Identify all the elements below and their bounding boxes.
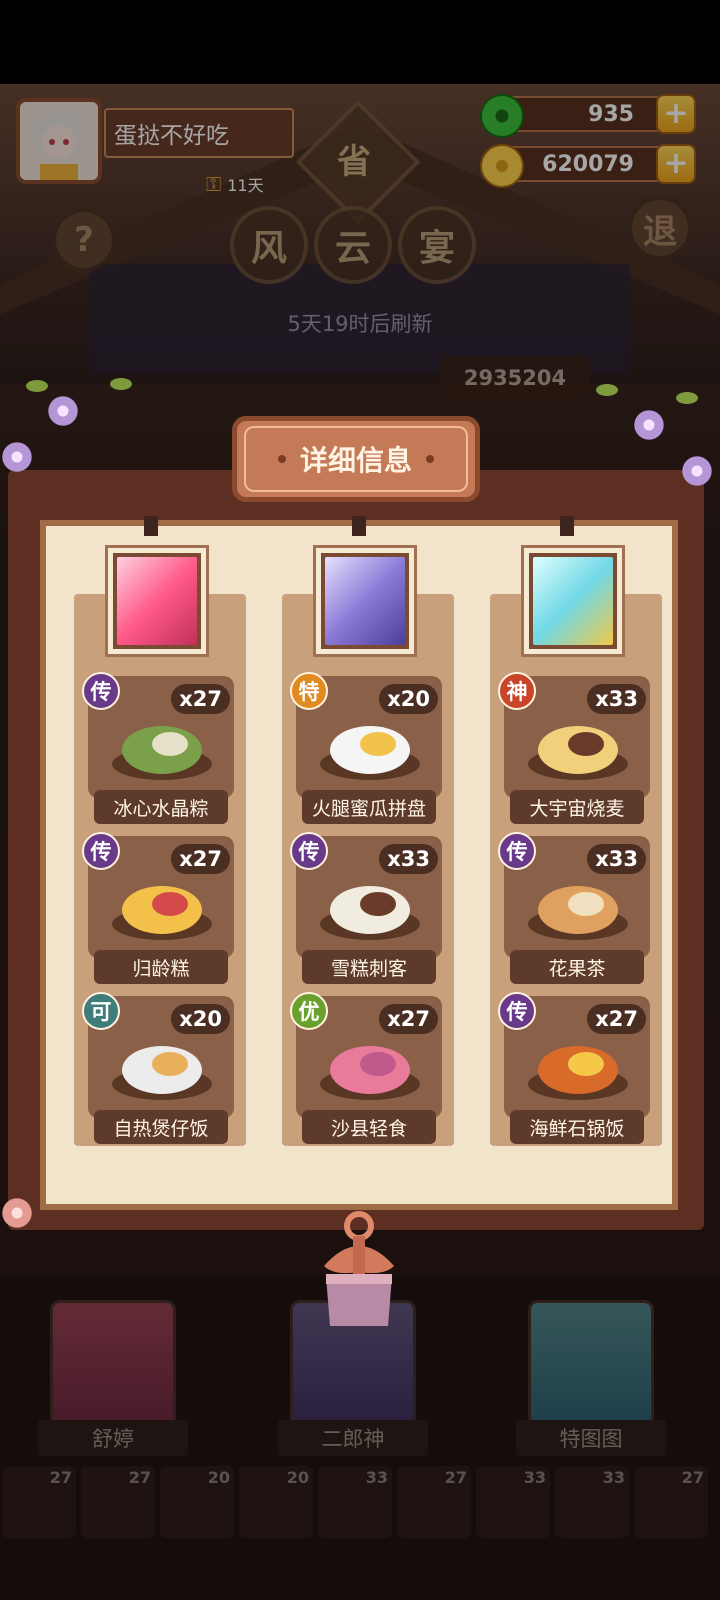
- dish-card[interactable]: x20 可自热煲仔饭: [82, 992, 234, 1146]
- dish-card[interactable]: x20 特火腿蜜瓜拼盘: [290, 672, 442, 826]
- dish-name: 雪糕刺客: [302, 950, 436, 984]
- dish-rank-badge: 传: [82, 832, 120, 870]
- hanger-pin: [352, 516, 366, 536]
- dish-count: x33: [587, 684, 646, 714]
- flower-decoration: [0, 440, 34, 474]
- dish-rank-badge: 传: [498, 832, 536, 870]
- flower-decoration: [46, 394, 80, 428]
- dish-count: x27: [379, 1004, 438, 1034]
- flower-decoration: [0, 1196, 34, 1230]
- dish-count: x33: [379, 844, 438, 874]
- header-dot-left: [277, 455, 286, 463]
- dish-rank-badge: 传: [290, 832, 328, 870]
- dish-rank-badge: 传: [498, 992, 536, 1030]
- dish-food-icon: [112, 886, 212, 940]
- leaf-decoration: [110, 378, 132, 390]
- dish-count: x27: [171, 684, 230, 714]
- dish-food-icon: [320, 886, 420, 940]
- leaf-decoration: [26, 380, 48, 392]
- dish-card[interactable]: x33 神大宇宙烧麦: [498, 672, 650, 826]
- dish-name: 海鲜石锅饭: [510, 1110, 644, 1144]
- dish-card[interactable]: x27 传冰心水晶粽: [82, 672, 234, 826]
- flower-decoration: [632, 408, 666, 442]
- dish-rank-badge: 特: [290, 672, 328, 710]
- leaf-decoration: [596, 384, 618, 396]
- dish-card[interactable]: x27 传归龄糕: [82, 832, 234, 986]
- dish-name: 花果茶: [510, 950, 644, 984]
- dish-food-icon: [528, 886, 628, 940]
- dish-card[interactable]: x27 优沙县轻食: [290, 992, 442, 1146]
- dish-rank-badge: 优: [290, 992, 328, 1030]
- panel-header: 详细信息: [232, 416, 480, 502]
- chef-portrait-erlangshen: [316, 548, 414, 654]
- dish-food-icon: [112, 726, 212, 780]
- dish-food-icon: [528, 726, 628, 780]
- dish-food-icon: [112, 1046, 212, 1100]
- flower-decoration: [680, 454, 714, 488]
- dish-card[interactable]: x27 传海鲜石锅饭: [498, 992, 650, 1146]
- dish-name: 沙县轻食: [302, 1110, 436, 1144]
- dish-count: x20: [171, 1004, 230, 1034]
- dish-food-icon: [528, 1046, 628, 1100]
- dish-name: 冰心水晶粽: [94, 790, 228, 824]
- dish-count: x20: [379, 684, 438, 714]
- header-dot-right: [426, 455, 434, 463]
- hanger-pin: [560, 516, 574, 536]
- chef-portrait-tetutu: [524, 548, 622, 654]
- dish-food-icon: [320, 1046, 420, 1100]
- leaf-decoration: [676, 392, 698, 404]
- dish-rank-badge: 传: [82, 672, 120, 710]
- dish-count: x27: [587, 1004, 646, 1034]
- dish-count: x33: [587, 844, 646, 874]
- dish-name: 火腿蜜瓜拼盘: [302, 790, 436, 824]
- dish-name: 自热煲仔饭: [94, 1110, 228, 1144]
- dish-count: x27: [171, 844, 230, 874]
- chef-portrait-shuting: [108, 548, 206, 654]
- hanger-pin: [144, 516, 158, 536]
- bell-ornament-icon: [324, 1211, 394, 1326]
- dish-name: 大宇宙烧麦: [510, 790, 644, 824]
- dish-card[interactable]: x33 传雪糕刺客: [290, 832, 442, 986]
- dish-card[interactable]: x33 传花果茶: [498, 832, 650, 986]
- dish-rank-badge: 可: [82, 992, 120, 1030]
- dish-food-icon: [320, 726, 420, 780]
- panel-title: 详细信息: [299, 444, 412, 477]
- dish-name: 归龄糕: [94, 950, 228, 984]
- dish-rank-badge: 神: [498, 672, 536, 710]
